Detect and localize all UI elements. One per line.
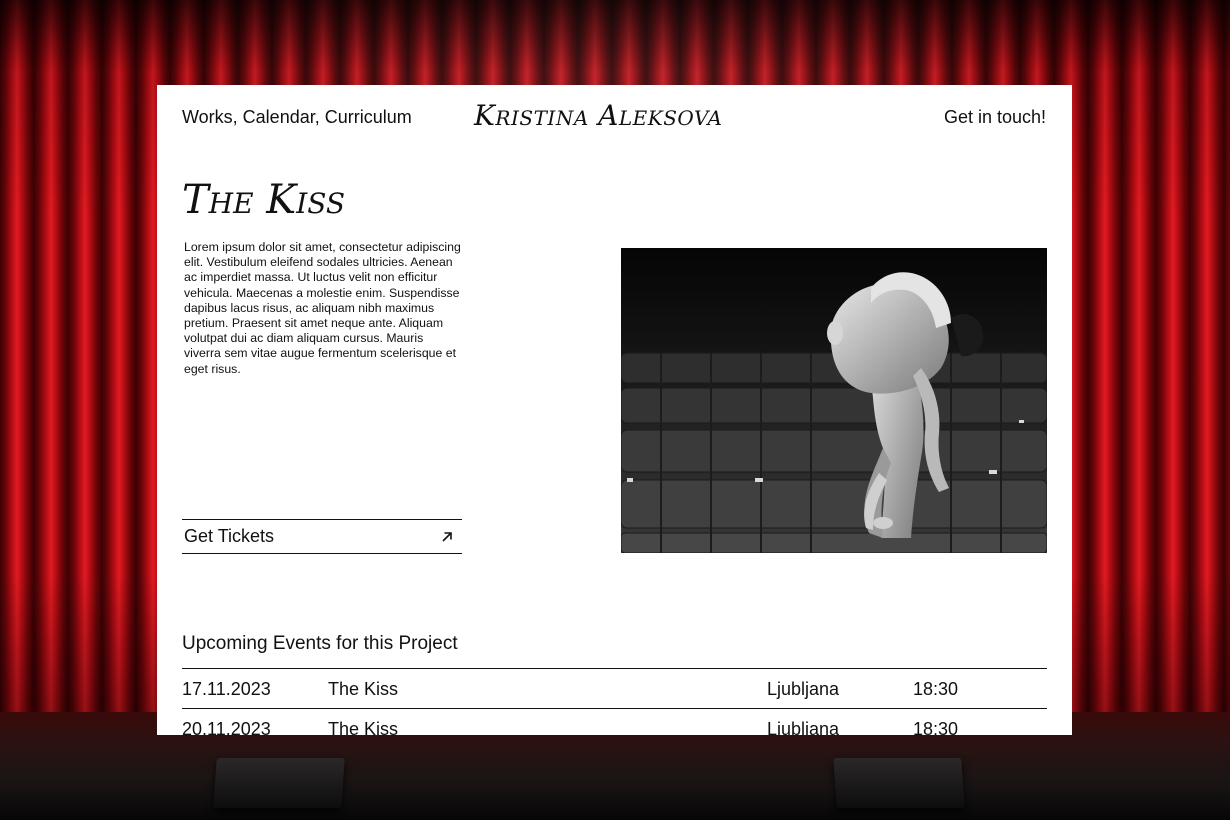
- stage-monitor-right: [833, 758, 965, 808]
- project-photo: [621, 248, 1047, 553]
- get-tickets-button[interactable]: Get Tickets: [182, 519, 462, 554]
- get-tickets-label: Get Tickets: [184, 526, 275, 546]
- event-row[interactable]: 20.11.2023 The Kiss Ljubljana 18:30: [182, 708, 1047, 735]
- event-title: The Kiss: [328, 679, 399, 699]
- arrow-up-right-icon: [442, 531, 452, 542]
- dancers-photo-illustration: [621, 248, 1047, 553]
- project-description: Lorem ipsum dolor sit amet, consectetur …: [184, 240, 461, 376]
- events-table: 17.11.2023 The Kiss Ljubljana 18:30 20.1…: [182, 668, 1047, 735]
- events-heading: Upcoming Events for this Project: [182, 633, 458, 654]
- nav-links[interactable]: Works, Calendar, Curriculum: [182, 107, 412, 128]
- event-city: Ljubljana: [767, 679, 840, 699]
- event-date: 17.11.2023: [182, 679, 271, 699]
- event-title: The Kiss: [328, 719, 399, 735]
- project-title: The Kiss: [182, 177, 346, 223]
- event-row[interactable]: 17.11.2023 The Kiss Ljubljana 18:30: [182, 668, 1047, 708]
- stage-edge: [0, 790, 1230, 820]
- contact-link[interactable]: Get in touch!: [944, 107, 1046, 128]
- page-card: Works, Calendar, Curriculum Kristina Ale…: [157, 85, 1072, 735]
- event-city: Ljubljana: [767, 719, 840, 735]
- event-date: 20.11.2023: [182, 719, 271, 735]
- site-logo[interactable]: Kristina Aleksova: [474, 99, 722, 132]
- event-time: 18:30: [913, 679, 959, 699]
- stage-monitor-left: [213, 758, 345, 808]
- event-time: 18:30: [913, 719, 959, 735]
